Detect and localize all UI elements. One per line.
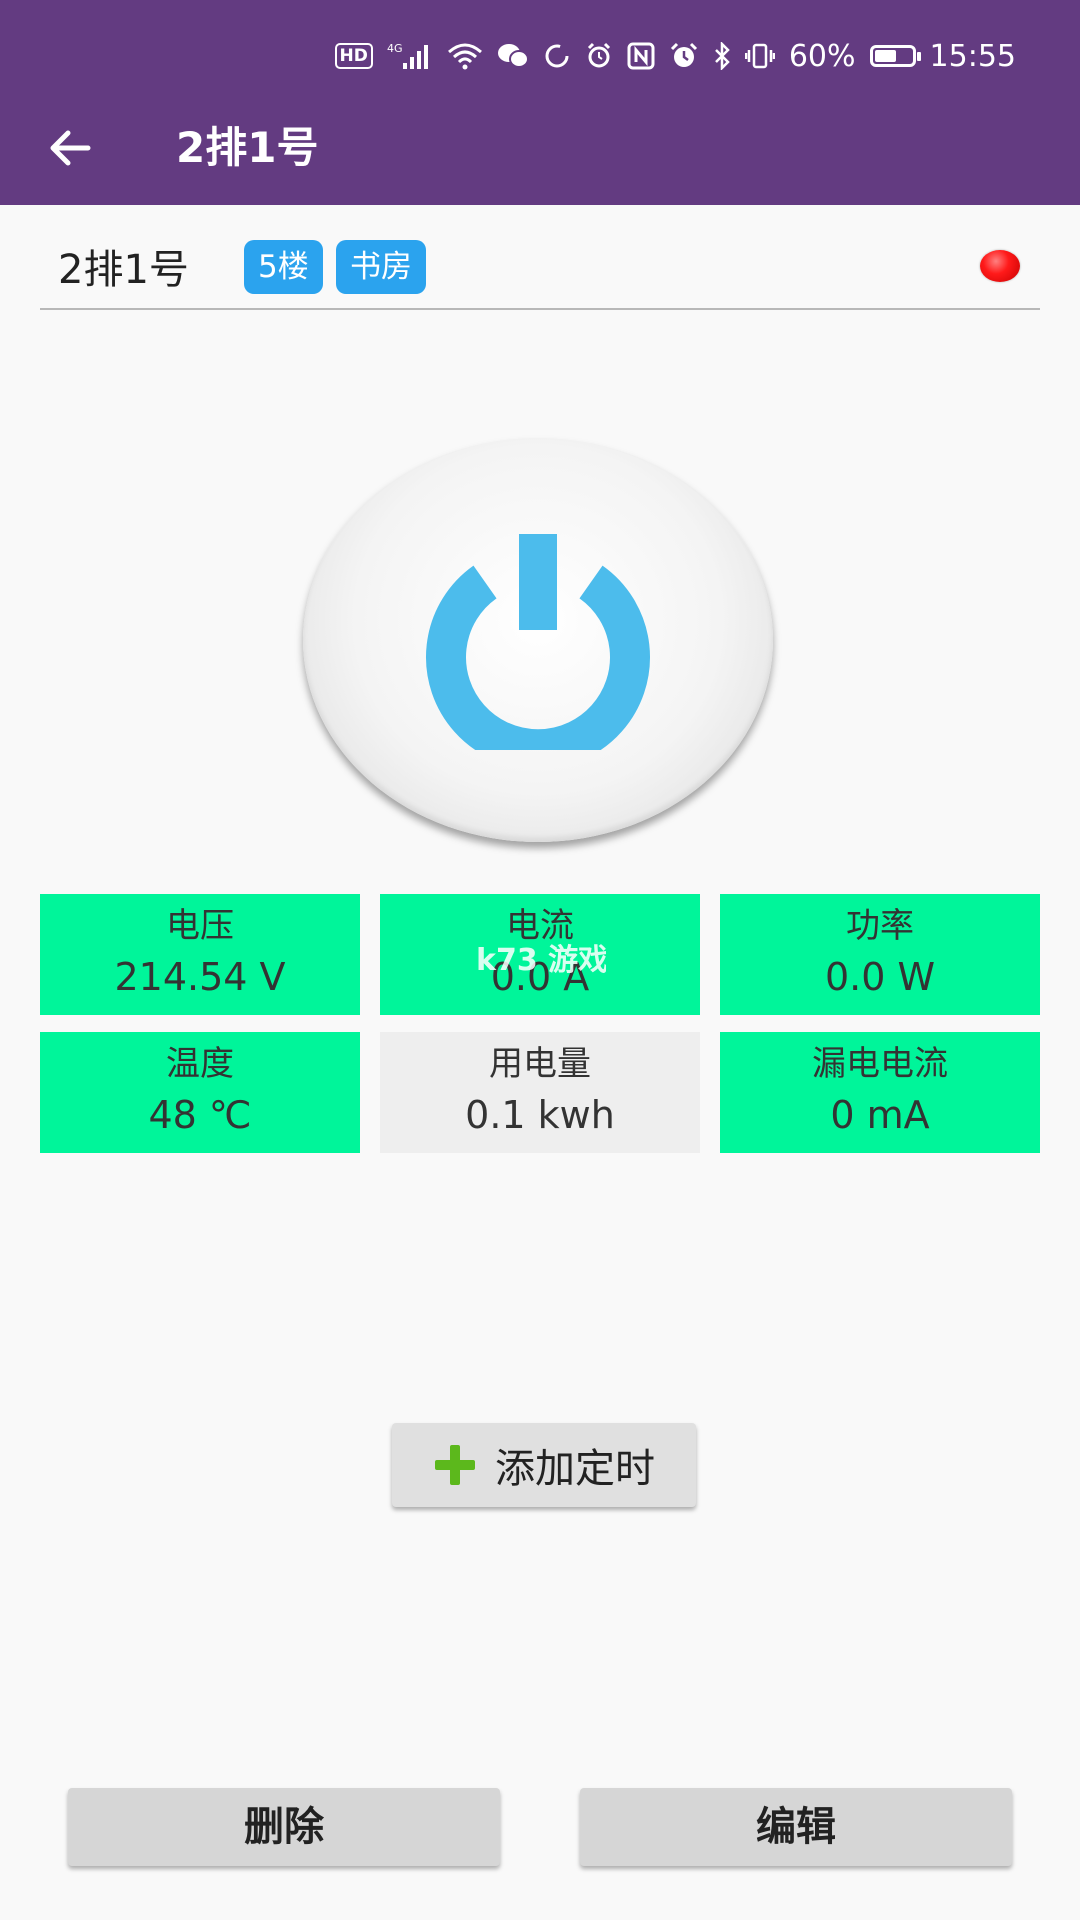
signal-icon: 4G: [387, 41, 433, 71]
battery-percent: 60%: [788, 38, 856, 74]
wechat-icon: [497, 43, 529, 69]
alarm-icon: [669, 42, 699, 70]
metric-value: 0.0 W: [824, 955, 936, 999]
device-header: 2排1号 5楼 书房: [40, 236, 1040, 310]
bluetooth-icon: [713, 42, 731, 70]
sync-icon: [543, 42, 571, 70]
metric-label: 用电量: [489, 1044, 591, 1084]
metric-value: 48 ℃: [148, 1093, 252, 1137]
metric-label: 漏电电流: [812, 1044, 948, 1084]
status-bar: HD 4G 60% 15:55: [334, 36, 1016, 76]
add-timer-label: 添加定时: [495, 1446, 655, 1492]
metric-value: 0.1 kwh: [465, 1093, 615, 1137]
metric-energy: 用电量 0.1 kwh: [380, 1032, 700, 1153]
metric-current: 电流 0.0 A: [380, 894, 700, 1015]
metric-temperature: 温度 48 ℃: [40, 1032, 360, 1153]
wifi-icon: [447, 42, 483, 70]
vibrate-icon: [744, 42, 775, 70]
add-timer-button[interactable]: 添加定时: [392, 1423, 696, 1507]
top-app-bar: HD 4G 60% 15:55 2排1号: [0, 0, 1080, 205]
arrow-left-icon: [50, 130, 91, 166]
power-toggle-button[interactable]: [303, 438, 773, 842]
metric-value: 0 mA: [830, 1093, 930, 1137]
metric-power: 功率 0.0 W: [720, 894, 1040, 1015]
metric-value: 214.54 V: [114, 955, 286, 999]
network-type-label: 4G: [387, 42, 403, 55]
delete-button[interactable]: 删除: [68, 1788, 500, 1866]
room-tag: 书房: [336, 240, 426, 294]
status-indicator-icon: [980, 250, 1020, 282]
metric-label: 功率: [846, 906, 914, 946]
battery-icon: [869, 45, 921, 67]
device-name: 2排1号: [58, 247, 189, 293]
hd-icon: HD: [334, 43, 373, 69]
power-icon: [426, 534, 650, 750]
metric-label: 电压: [166, 906, 234, 946]
metric-voltage: 电压 214.54 V: [40, 894, 360, 1015]
nfc-icon: [627, 42, 655, 70]
battery-fill: [874, 50, 897, 62]
alarm-clock-icon: [585, 42, 613, 70]
metric-leakage-current: 漏电电流 0 mA: [720, 1032, 1040, 1153]
page-title: 2排1号: [176, 123, 319, 172]
plus-icon: [435, 1445, 475, 1485]
back-button[interactable]: [44, 122, 96, 174]
metric-label: 温度: [166, 1044, 234, 1084]
metric-value: 0.0 A: [490, 955, 590, 999]
edit-button[interactable]: 编辑: [580, 1788, 1012, 1866]
floor-tag: 5楼: [244, 240, 323, 294]
clock-time: 15:55: [929, 38, 1016, 74]
metric-label: 电流: [506, 906, 574, 946]
app-screen: HD 4G 60% 15:55 2排1号 2排1号 5楼 书房 电压 214.5…: [0, 0, 1080, 1920]
